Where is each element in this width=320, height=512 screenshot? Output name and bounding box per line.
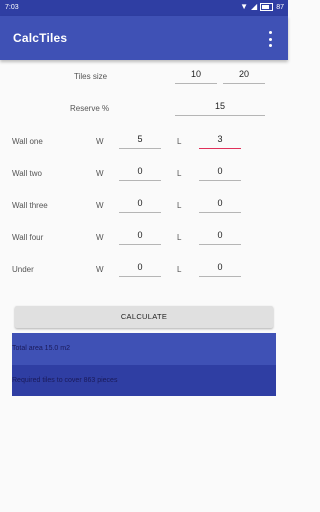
- wall-three-l-label: L: [177, 201, 182, 210]
- app-bar: CalcTiles: [0, 16, 288, 60]
- more-options-icon[interactable]: [268, 31, 272, 47]
- wifi-icon: ▼: [240, 2, 249, 11]
- wall-two-l-label: L: [177, 169, 182, 178]
- under-width-input[interactable]: 0: [119, 262, 161, 277]
- reserve-label: Reserve %: [70, 104, 110, 113]
- battery-icon: [260, 3, 274, 11]
- wall-two-w-label: W: [96, 169, 104, 178]
- tiles-size-label: Tiles size: [74, 72, 108, 81]
- wall-two-width-input[interactable]: 0: [119, 166, 161, 181]
- under-l-label: L: [177, 265, 182, 274]
- tile-length-input[interactable]: 20: [223, 69, 265, 84]
- wall-two-length-input[interactable]: 0: [199, 166, 241, 181]
- wall-one-l-label: L: [177, 137, 182, 146]
- under-w-label: W: [96, 265, 104, 274]
- wall-four-width-input[interactable]: 0: [119, 230, 161, 245]
- required-tiles-result: Required tiles to cover 863 pieces: [12, 365, 276, 396]
- signal-icon: ◢: [251, 2, 258, 11]
- wall-one-length-input[interactable]: 3: [199, 134, 241, 149]
- status-bar: 7:03 ▼ ◢ 87: [0, 0, 288, 16]
- wall-four-label: Wall four: [12, 233, 44, 242]
- app-title: CalcTiles: [13, 31, 68, 45]
- wall-three-label: Wall three: [12, 201, 48, 210]
- reserve-input[interactable]: 15: [175, 101, 265, 116]
- required-tiles-text: Required tiles to cover 863 pieces: [12, 377, 118, 384]
- status-icons: ▼ ◢ 87: [240, 3, 284, 11]
- wall-two-label: Wall two: [12, 169, 42, 178]
- wall-four-length-input[interactable]: 0: [199, 230, 241, 245]
- status-time: 7:03: [5, 4, 19, 11]
- wall-four-w-label: W: [96, 233, 104, 242]
- wall-three-w-label: W: [96, 201, 104, 210]
- battery-percent: 87: [276, 3, 284, 11]
- wall-three-length-input[interactable]: 0: [199, 198, 241, 213]
- calculate-button[interactable]: CALCULATE: [15, 306, 273, 328]
- total-area-result: Total area 15.0 m2: [12, 333, 276, 365]
- under-length-input[interactable]: 0: [199, 262, 241, 277]
- wall-one-width-input[interactable]: 5: [119, 134, 161, 149]
- total-area-text: Total area 15.0 m2: [12, 345, 70, 352]
- wall-one-label: Wall one: [12, 137, 43, 146]
- tile-width-input[interactable]: 10: [175, 69, 217, 84]
- wall-one-w-label: W: [96, 137, 104, 146]
- wall-four-l-label: L: [177, 233, 182, 242]
- under-label: Under: [12, 265, 34, 274]
- wall-three-width-input[interactable]: 0: [119, 198, 161, 213]
